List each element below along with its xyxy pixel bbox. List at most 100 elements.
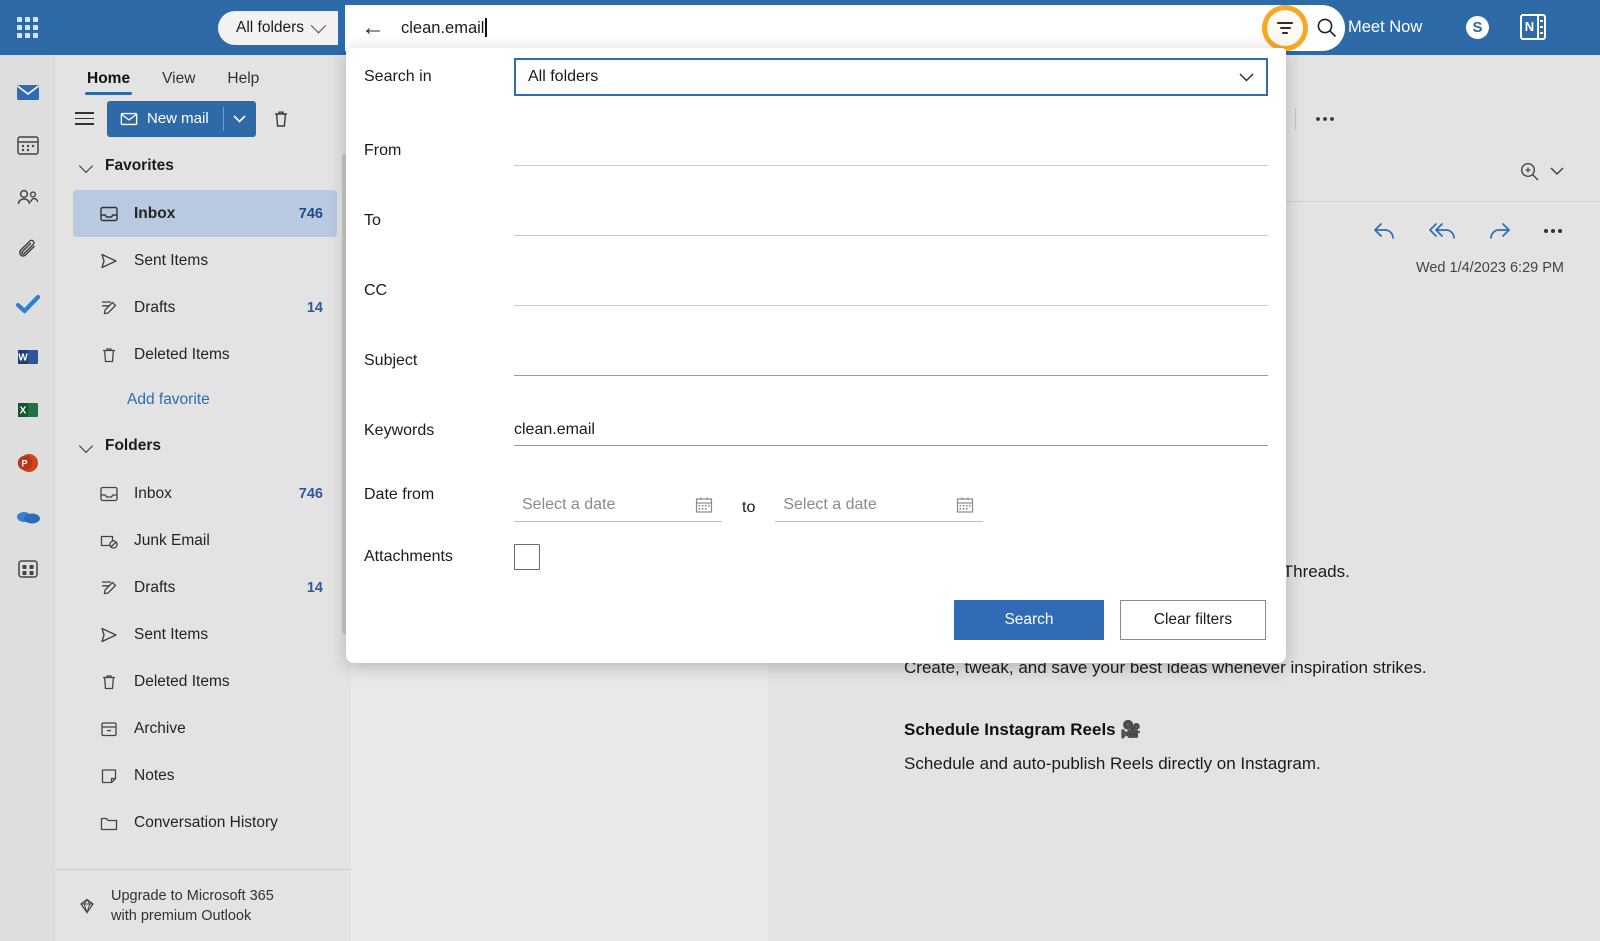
message-section: Schedule Instagram Reels 🎥 Schedule and …	[904, 720, 1564, 774]
from-input[interactable]	[514, 96, 1268, 166]
calendar-icon[interactable]	[955, 495, 975, 515]
toggle-navigation-icon[interactable]	[67, 102, 101, 136]
search-scope-label: All folders	[236, 19, 305, 36]
search-input[interactable]: clean.email	[401, 18, 487, 38]
sidebar-item-archive[interactable]: Archive	[73, 705, 337, 752]
search-input-container[interactable]: ← clean.email	[345, 5, 1345, 51]
sidebar-item-inbox[interactable]: Inbox 746	[73, 470, 337, 517]
tab-help[interactable]: Help	[211, 70, 275, 95]
date-from-input[interactable]: Select a date	[514, 495, 722, 522]
sidebar-item-notes[interactable]: Notes	[73, 752, 337, 799]
sidebar-item-favorites-deleted[interactable]: Deleted Items	[73, 331, 337, 378]
svg-text:P: P	[21, 458, 27, 468]
search-scope-dropdown[interactable]: All folders	[218, 11, 339, 45]
sidebar-item-count: 14	[306, 299, 323, 316]
sidebar-item-favorites-drafts[interactable]: Drafts 14	[73, 284, 337, 331]
attachments-checkbox[interactable]	[514, 544, 540, 570]
rail-mail-icon[interactable]	[0, 65, 55, 118]
ellipsis-icon[interactable]	[1542, 228, 1564, 234]
upgrade-to-m365-link[interactable]: Upgrade to Microsoft 365 with premium Ou…	[55, 869, 351, 941]
search-button[interactable]: Search	[954, 600, 1104, 640]
rail-onedrive-icon[interactable]	[0, 489, 55, 542]
search-in-row: Search in All folders	[364, 48, 1268, 96]
reply-all-icon[interactable]	[1428, 220, 1456, 242]
sidebar-item-label: Conversation History	[134, 813, 278, 831]
date-range-row: Date from Select a date to Select a date	[364, 464, 1268, 522]
sidebar-item-drafts[interactable]: Drafts 14	[73, 564, 337, 611]
chevron-down-icon	[1239, 72, 1254, 82]
sidebar-item-label: Archive	[134, 719, 186, 737]
keywords-value: clean.email	[514, 421, 595, 438]
attachments-row: Attachments	[364, 544, 1268, 570]
cc-label: CC	[364, 282, 388, 299]
sidebar-item-label: Inbox	[134, 204, 176, 222]
ellipsis-icon	[1316, 116, 1334, 121]
message-section-heading: Schedule Instagram Reels 🎥	[904, 720, 1142, 739]
favorites-group-header[interactable]: Favorites	[55, 142, 351, 190]
chevron-down-icon[interactable]	[1550, 167, 1564, 176]
meet-now-button[interactable]: Meet Now	[1348, 0, 1422, 55]
search-submit-button[interactable]	[1311, 12, 1343, 44]
skype-icon[interactable]: S	[1466, 16, 1489, 39]
trash-icon	[103, 347, 115, 362]
rail-word-icon[interactable]: W	[0, 330, 55, 383]
upgrade-line-2: with premium Outlook	[111, 907, 252, 924]
rail-people-icon[interactable]	[0, 171, 55, 224]
tab-view[interactable]: View	[146, 70, 211, 95]
rail-all-apps-icon[interactable]	[0, 542, 55, 595]
rail-attachments-icon[interactable]	[0, 224, 55, 277]
folder-sidebar: Favorites Inbox 746 Sent Items Drafts 14…	[55, 142, 351, 941]
sidebar-item-favorites-inbox[interactable]: Inbox 746	[73, 190, 337, 237]
sidebar-item-conversation-history[interactable]: Conversation History	[73, 799, 337, 846]
new-mail-button[interactable]: New mail	[107, 100, 256, 137]
search-in-select[interactable]: All folders	[514, 58, 1268, 96]
rail-powerpoint-icon[interactable]: P	[0, 436, 55, 489]
delete-button[interactable]	[262, 100, 300, 138]
divider	[1295, 107, 1296, 130]
back-arrow-icon[interactable]: ←	[361, 16, 385, 40]
clear-filters-button[interactable]: Clear filters	[1120, 600, 1266, 640]
tab-home[interactable]: Home	[71, 70, 146, 95]
zoom-in-icon[interactable]	[1518, 160, 1542, 184]
svg-text:W: W	[18, 352, 28, 363]
sidebar-item-count: 746	[298, 485, 323, 502]
filter-button-highlight	[1262, 5, 1308, 51]
chevron-down-icon	[233, 114, 246, 123]
cc-row: CC	[364, 236, 1268, 306]
sidebar-item-junk[interactable]: Junk Email	[73, 517, 337, 564]
subject-input[interactable]	[514, 306, 1268, 376]
calendar-icon[interactable]	[694, 495, 714, 515]
junk-icon	[100, 535, 118, 549]
add-favorite-link[interactable]: Add favorite	[55, 378, 351, 422]
date-to-placeholder: Select a date	[783, 496, 877, 513]
more-commands-button[interactable]	[1306, 100, 1344, 138]
date-range-separator: to	[742, 499, 756, 516]
onenote-icon[interactable]: N	[1520, 14, 1546, 40]
rail-todo-icon[interactable]	[0, 277, 55, 330]
to-input[interactable]	[514, 166, 1268, 236]
rail-calendar-icon[interactable]	[0, 118, 55, 171]
search-in-label: Search in	[364, 68, 432, 85]
search-filter-button[interactable]	[1267, 10, 1303, 46]
svg-text:X: X	[19, 405, 26, 416]
sidebar-item-deleted[interactable]: Deleted Items	[73, 658, 337, 705]
reply-icon[interactable]	[1372, 220, 1398, 242]
sidebar-item-favorites-sent[interactable]: Sent Items	[73, 237, 337, 284]
outlook-window: All folders ← clean.email Meet Now S N W…	[0, 0, 1600, 941]
date-to-input[interactable]: Select a date	[775, 495, 984, 522]
keywords-input[interactable]: clean.email	[514, 376, 1268, 446]
upgrade-line-1: Upgrade to Microsoft 365	[111, 887, 274, 904]
sidebar-item-label: Notes	[134, 766, 175, 784]
folders-group-header[interactable]: Folders	[55, 422, 351, 470]
rail-excel-icon[interactable]: X	[0, 383, 55, 436]
message-section-body: Schedule and auto-publish Reels directly…	[904, 754, 1321, 773]
forward-icon[interactable]	[1486, 220, 1512, 242]
date-from-placeholder: Select a date	[522, 496, 616, 513]
archive-icon	[101, 721, 117, 736]
new-mail-dropdown[interactable]	[224, 101, 256, 137]
sidebar-item-sent[interactable]: Sent Items	[73, 611, 337, 658]
app-launcher-waffle-icon[interactable]	[0, 0, 55, 55]
keywords-label: Keywords	[364, 422, 435, 439]
cc-input[interactable]	[514, 236, 1268, 306]
sidebar-item-label: Drafts	[134, 578, 176, 596]
